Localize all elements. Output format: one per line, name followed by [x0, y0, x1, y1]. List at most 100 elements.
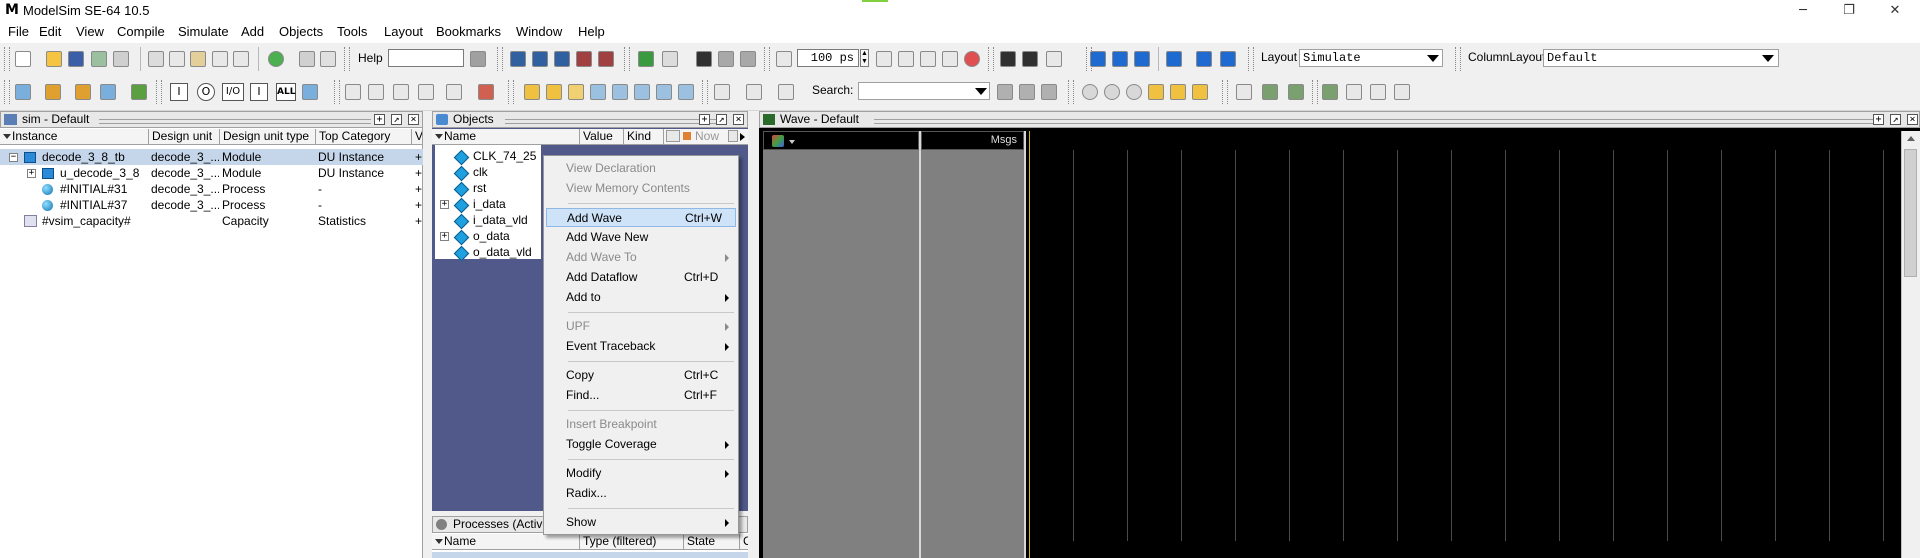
menu-bookmarks[interactable]: Bookmarks: [436, 24, 501, 39]
back-arrow-icon[interactable]: [718, 51, 734, 67]
table-row[interactable]: + u_decode_3_8 decode_3_... Module DU In…: [0, 165, 423, 181]
menu-compile[interactable]: Compile: [117, 24, 165, 39]
minimize-button[interactable]: ─: [1780, 0, 1826, 22]
menu-item-radix[interactable]: Radix...: [546, 484, 736, 503]
collapse-tree-icon[interactable]: [320, 51, 336, 67]
wave-search-input[interactable]: [858, 82, 990, 100]
pan-hand-icon[interactable]: [1046, 51, 1062, 67]
col-v[interactable]: V: [412, 129, 423, 144]
continue-run-icon[interactable]: [898, 51, 914, 67]
col-process-type[interactable]: Type (filtered): [580, 534, 684, 549]
filter-input-button[interactable]: I: [170, 83, 188, 101]
run-all-icon[interactable]: [920, 51, 936, 67]
run-length-spinner-icon[interactable]: ▲ ▼: [860, 49, 869, 67]
zoom-full-icon[interactable]: [1126, 84, 1142, 100]
cursor-next-icon[interactable]: [546, 84, 562, 100]
objects-pane-undock-icon[interactable]: ↗: [716, 114, 727, 125]
col-top-category[interactable]: Top Category: [316, 129, 412, 144]
table-row[interactable]: − decode_3_8_tb decode_3_... Module DU I…: [0, 149, 423, 165]
wave-format-2-icon[interactable]: [1262, 84, 1278, 100]
wave-format-icon[interactable]: [772, 135, 784, 147]
menu-simulate[interactable]: Simulate: [178, 24, 229, 39]
col-process-state[interactable]: State: [684, 534, 740, 549]
step-out-icon[interactable]: [1134, 51, 1150, 67]
processes-selected-row[interactable]: [432, 552, 748, 558]
list-item[interactable]: i_data_vld: [432, 212, 544, 230]
wave-vertical-scrollbar[interactable]: [1901, 131, 1920, 558]
wave-format-dropdown-icon[interactable]: [789, 140, 795, 144]
menu-item-toggle-coverage[interactable]: Toggle Coverage: [546, 435, 736, 454]
edge-previous-icon[interactable]: [568, 84, 584, 100]
wave-pane-undock-icon[interactable]: ↗: [1890, 114, 1901, 125]
col-name[interactable]: Name: [432, 129, 580, 144]
objects-pane-add-icon[interactable]: +: [699, 114, 710, 125]
zoom-in-icon[interactable]: [1082, 84, 1098, 100]
col-design-unit-type[interactable]: Design unit type: [220, 129, 316, 144]
layout-select[interactable]: Simulate: [1299, 49, 1443, 67]
cursor-line[interactable]: [1029, 131, 1030, 558]
sim-pane-drag-handle[interactable]: [99, 119, 371, 124]
table-row[interactable]: #vsim_capacity# Capacity Statistics +: [0, 213, 423, 229]
cursor-previous-icon[interactable]: [524, 84, 540, 100]
menu-help[interactable]: Help: [578, 24, 605, 39]
col-now[interactable]: Now: [692, 129, 726, 144]
paste-icon[interactable]: [190, 51, 206, 67]
table-row[interactable]: #INITIAL#37 decode_3_... Process - +: [0, 197, 423, 213]
undo-icon[interactable]: [212, 51, 228, 67]
column-sort-icon[interactable]: [3, 134, 11, 139]
forward-arrow-icon[interactable]: [740, 51, 756, 67]
scroll-right-icon[interactable]: [740, 133, 745, 141]
wave-format-6-icon[interactable]: [1370, 84, 1386, 100]
menu-file[interactable]: File: [8, 24, 29, 39]
menu-item-event-traceback[interactable]: Event Traceback: [546, 337, 736, 356]
save-icon[interactable]: [68, 51, 84, 67]
scroll-up-icon[interactable]: [1907, 136, 1915, 141]
edge-next-icon[interactable]: [590, 84, 606, 100]
menu-item-modify[interactable]: Modify: [546, 464, 736, 483]
filter-settings-icon[interactable]: [302, 84, 318, 100]
compile-stop-icon[interactable]: [576, 51, 592, 67]
search-dropdown-icon[interactable]: [975, 88, 987, 95]
mode-toggle-icon[interactable]: [666, 130, 680, 142]
compile-all-icon[interactable]: [532, 51, 548, 67]
objects-header-undock-icon[interactable]: [728, 130, 738, 142]
wave-format-3-icon[interactable]: [1288, 84, 1304, 100]
sim-pane-add-icon[interactable]: +: [374, 114, 385, 125]
col-kind[interactable]: Kind: [624, 129, 664, 144]
list-item[interactable]: rst: [432, 180, 544, 198]
search-options-icon[interactable]: [1041, 84, 1057, 100]
menu-item-add-to[interactable]: Add to: [546, 288, 736, 307]
open-folder-icon[interactable]: [46, 51, 62, 67]
collapse-time-icon[interactable]: [746, 84, 762, 100]
menu-item-add-wave[interactable]: Add Wave Ctrl+W: [546, 208, 736, 227]
memory-icon[interactable]: [75, 84, 91, 100]
break-icon[interactable]: [268, 51, 284, 67]
move-icon[interactable]: [393, 84, 409, 100]
insert-cursor-icon[interactable]: [662, 51, 678, 67]
menu-item-copy[interactable]: Copy Ctrl+C: [546, 366, 736, 385]
zoom-out-icon[interactable]: [1104, 84, 1120, 100]
step-over-icon[interactable]: [1022, 51, 1038, 67]
help-search-input[interactable]: [388, 49, 464, 67]
wave-pane-close-icon[interactable]: ×: [1907, 114, 1918, 125]
col-value[interactable]: Value: [580, 129, 624, 144]
simulate-icon[interactable]: [598, 51, 614, 67]
redo-icon[interactable]: [233, 51, 249, 67]
menu-item-show[interactable]: Show: [546, 513, 736, 532]
col-process-name[interactable]: Name: [432, 534, 580, 549]
scrollbar-thumb[interactable]: [1904, 149, 1917, 277]
print-icon[interactable]: [113, 51, 129, 67]
reverse-step-icon[interactable]: [1220, 51, 1236, 67]
column-layout-select[interactable]: Default: [1543, 49, 1779, 67]
menu-edit[interactable]: Edit: [39, 24, 61, 39]
wave-format-4-icon[interactable]: [1322, 84, 1338, 100]
rising-edge-icon[interactable]: [634, 84, 650, 100]
compile-icon[interactable]: [510, 51, 526, 67]
wave-trace-icon[interactable]: [678, 84, 694, 100]
step-icon[interactable]: [1000, 51, 1016, 67]
wave-config-icon[interactable]: [15, 84, 31, 100]
col-design-unit[interactable]: Design unit: [149, 129, 220, 144]
find-edge-icon[interactable]: [656, 84, 672, 100]
select-pointer-icon[interactable]: [345, 84, 361, 100]
filter-inout-button[interactable]: I/O: [222, 83, 244, 101]
